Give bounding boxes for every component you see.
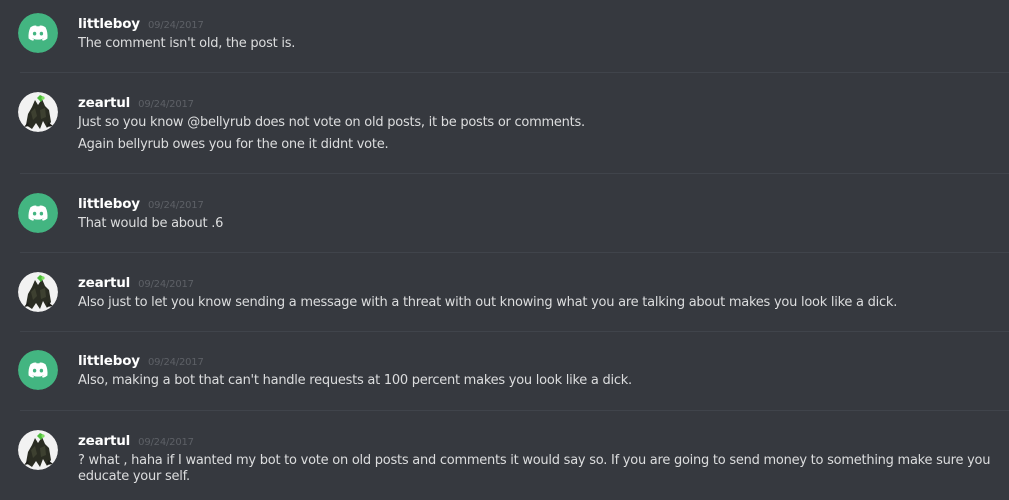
timestamp: 09/24/2017 bbox=[147, 357, 204, 368]
message-divider bbox=[20, 173, 1009, 174]
message-header: littleboy 09/24/2017 bbox=[78, 13, 204, 32]
message-divider bbox=[20, 72, 1009, 73]
username[interactable]: zeartul bbox=[78, 433, 130, 449]
message-divider bbox=[20, 331, 1009, 332]
discord-logo-icon[interactable] bbox=[18, 13, 58, 53]
message-group: zeartul 09/24/2017 Just so you know @bel… bbox=[0, 92, 1009, 172]
dark-creature-avatar-icon[interactable] bbox=[18, 272, 58, 312]
timestamp: 09/24/2017 bbox=[147, 20, 204, 31]
chat-message-list: littleboy 09/24/2017 The comment isn't o… bbox=[0, 0, 1009, 500]
message-text: Also, making a bot that can't handle req… bbox=[78, 373, 632, 388]
timestamp: 09/24/2017 bbox=[147, 200, 204, 211]
timestamp: 09/24/2017 bbox=[138, 279, 194, 290]
timestamp: 09/24/2017 bbox=[138, 437, 194, 448]
username[interactable]: littleboy bbox=[78, 353, 140, 369]
message-text: Also just to let you know sending a mess… bbox=[78, 295, 898, 310]
message-header: zeartul 09/24/2017 bbox=[78, 430, 194, 449]
dark-creature-avatar-icon[interactable] bbox=[18, 92, 58, 132]
username[interactable]: zeartul bbox=[78, 275, 130, 291]
message-header: littleboy 09/24/2017 bbox=[78, 193, 204, 212]
message-text: Again bellyrub owes you for the one it d… bbox=[78, 137, 389, 152]
message-text: ? what , haha if I wanted my bot to vote… bbox=[78, 453, 991, 484]
message-divider bbox=[20, 252, 1009, 253]
message-group: zeartul 09/24/2017 ? what , haha if I wa… bbox=[0, 430, 1009, 500]
discord-logo-icon[interactable] bbox=[18, 193, 58, 233]
username[interactable]: littleboy bbox=[78, 196, 140, 212]
username[interactable]: zeartul bbox=[78, 95, 130, 111]
message-group: littleboy 09/24/2017 That would be about… bbox=[0, 193, 1009, 253]
message-text: The comment isn't old, the post is. bbox=[78, 36, 296, 51]
message-header: littleboy 09/24/2017 bbox=[78, 350, 204, 369]
message-group: zeartul 09/24/2017 Also just to let you … bbox=[0, 272, 1009, 332]
username[interactable]: littleboy bbox=[78, 16, 140, 32]
timestamp: 09/24/2017 bbox=[138, 99, 194, 110]
discord-logo-icon[interactable] bbox=[18, 350, 58, 390]
message-header: zeartul 09/24/2017 bbox=[78, 272, 194, 291]
message-group: littleboy 09/24/2017 Also, making a bot … bbox=[0, 350, 1009, 410]
message-header: zeartul 09/24/2017 bbox=[78, 92, 194, 111]
dark-creature-avatar-icon[interactable] bbox=[18, 430, 58, 470]
message-text: Just so you know @bellyrub does not vote… bbox=[78, 115, 585, 130]
message-group: littleboy 09/24/2017 The comment isn't o… bbox=[0, 13, 1009, 73]
message-divider bbox=[20, 410, 1009, 411]
message-text: That would be about .6 bbox=[78, 216, 224, 231]
